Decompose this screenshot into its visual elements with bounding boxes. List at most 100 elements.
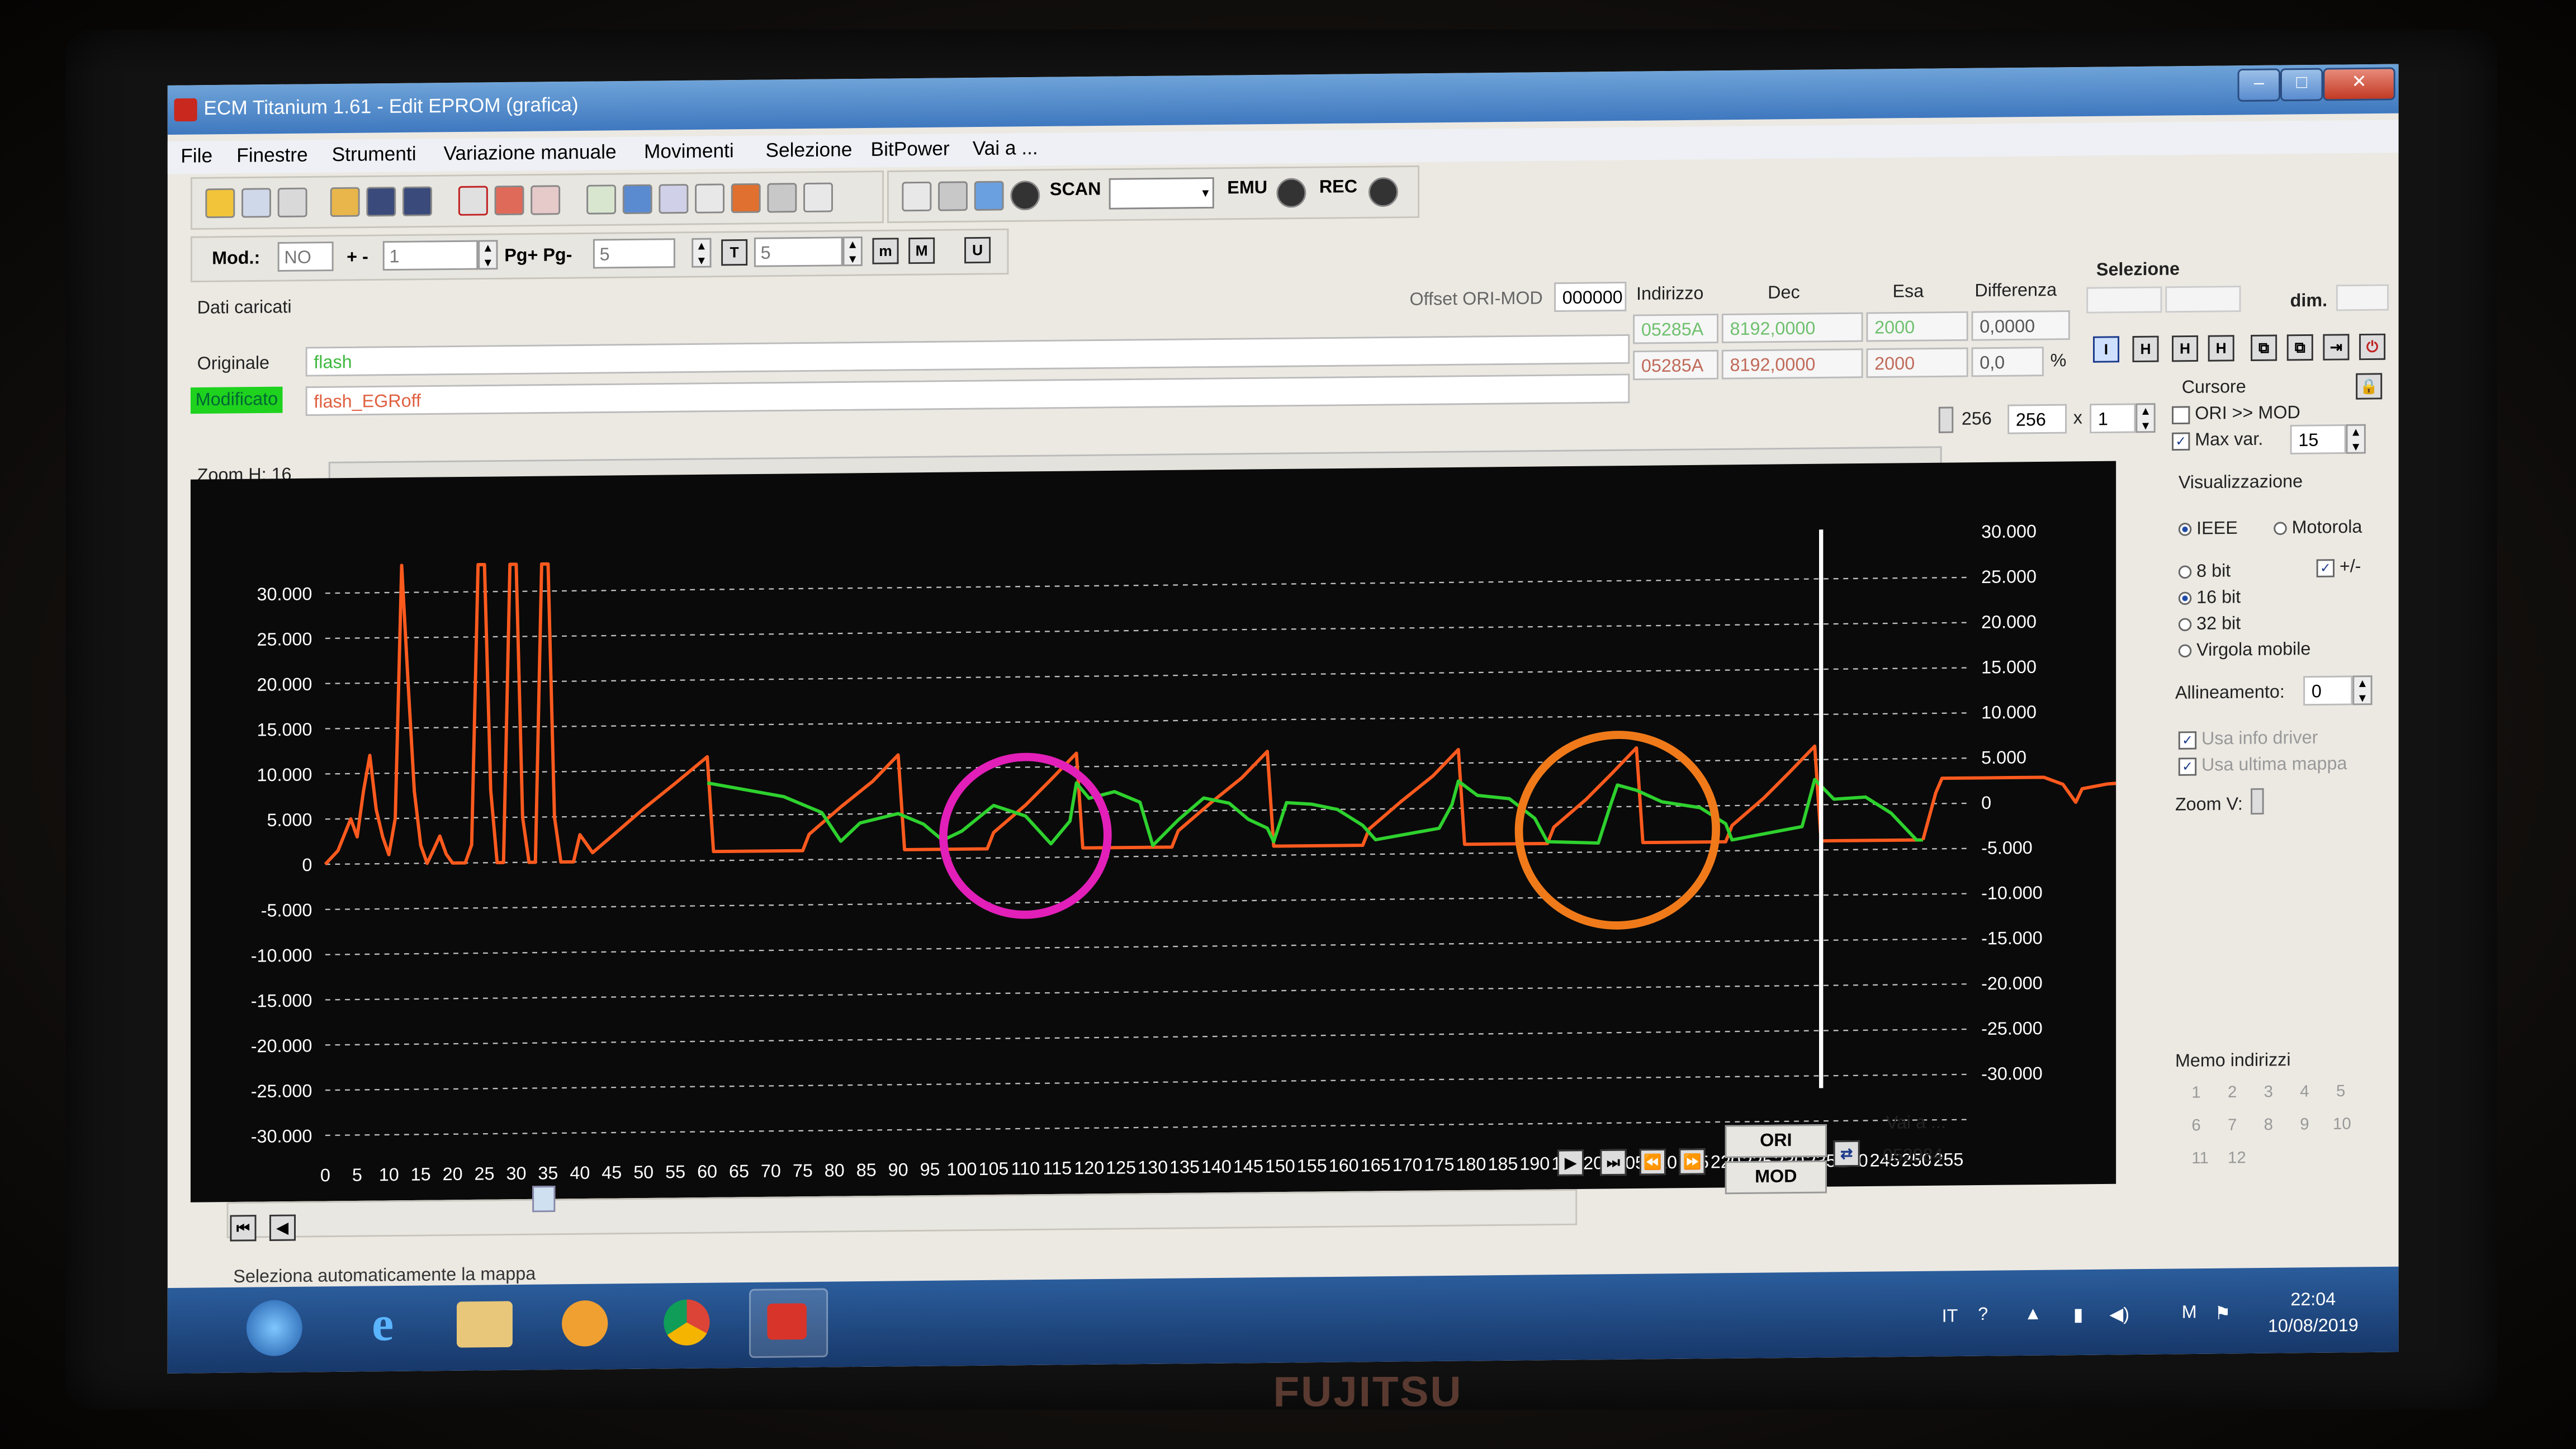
32bit-radio-icon[interactable] [2178, 618, 2192, 632]
copy-icon[interactable] [586, 184, 617, 215]
mm-icon[interactable]: M [908, 237, 935, 264]
tray-flag-icon[interactable]: ⚑ [2214, 1303, 2231, 1324]
menu-movimenti[interactable]: Movimenti [644, 139, 734, 163]
page-icon[interactable] [277, 187, 307, 217]
ultima-mappa-check-icon[interactable]: ✓ [2178, 757, 2197, 775]
memo-12[interactable]: 12 [2228, 1150, 2246, 1168]
page-step-spinner[interactable]: ▲ ▼ [692, 238, 712, 268]
ecm-titanium-taskbar-button[interactable] [749, 1288, 828, 1358]
memo-3[interactable]: 3 [2264, 1084, 2273, 1102]
memo-2[interactable]: 2 [2228, 1084, 2237, 1102]
internet-explorer-icon[interactable]: e [355, 1298, 411, 1352]
menu-strumenti[interactable]: Strumenti [332, 142, 416, 166]
16bit-radio[interactable]: 16 bit [2178, 588, 2241, 608]
ori-mod-checkbox[interactable]: ORI >> MOD [2172, 404, 2300, 424]
info-driver-checkbox[interactable]: ✓ Usa info driver [2178, 728, 2318, 750]
maximize-button[interactable]: □ [2280, 68, 2323, 102]
mod-button[interactable]: MOD [1725, 1160, 1827, 1195]
memo-5[interactable]: 5 [2336, 1083, 2345, 1101]
allineamento-spinner[interactable]: ▲ ▼ [2352, 675, 2373, 705]
save-icon[interactable] [366, 187, 396, 217]
plusminus-checkbox[interactable]: ✓ +/- [2316, 557, 2361, 577]
select-right-icon[interactable]: H [2208, 335, 2234, 362]
graph-area[interactable]: 30.000 30.000 25.000 25.000 20.000 20.000 15.0… [190, 461, 2362, 1202]
memo-7[interactable]: 7 [2228, 1117, 2237, 1135]
8bit-radio[interactable]: 8 bit [2178, 562, 2231, 582]
ieee-radio-icon[interactable] [2178, 523, 2192, 537]
offset-field[interactable]: 000000 [1554, 281, 1627, 312]
zoom-mult-spinner[interactable]: ▲ ▼ [2135, 403, 2156, 433]
next-icon[interactable]: ▶ [1557, 1149, 1584, 1176]
scan-button[interactable]: SCAN [1050, 180, 1101, 200]
selezione-end-field[interactable] [2165, 286, 2241, 313]
32bit-radio[interactable]: 32 bit [2178, 614, 2241, 634]
scan-select[interactable]: ▾ [1109, 177, 1214, 210]
16bit-radio-icon[interactable] [2178, 591, 2192, 605]
export-selection-icon[interactable]: ⇥ [2323, 334, 2350, 361]
zoom-h-slider[interactable] [1938, 406, 1954, 433]
media-player-icon[interactable] [562, 1300, 608, 1347]
dim-field[interactable] [2336, 284, 2389, 311]
ieee-radio[interactable]: IEEE [2178, 519, 2238, 539]
menu-selezione[interactable]: Selezione [765, 138, 852, 162]
cursor-lock-icon[interactable]: 🔒 [2356, 373, 2383, 400]
select-range-icon[interactable]: H [2132, 335, 2159, 363]
memo-11[interactable]: 11 [2191, 1150, 2209, 1168]
max-var-field[interactable]: 15 [2290, 424, 2346, 454]
power-icon[interactable]: ⏻ [2359, 333, 2386, 361]
minimize-button[interactable]: – [2237, 68, 2281, 102]
motorola-radio[interactable]: Motorola [2274, 518, 2362, 538]
t-spinner[interactable]: ▲ ▼ [842, 236, 863, 267]
record-dot-icon[interactable] [1010, 180, 1040, 211]
copy-selection-icon[interactable]: ⧉ [2251, 334, 2277, 362]
memo-4[interactable]: 4 [2300, 1083, 2309, 1101]
tray-app-icon[interactable]: M [2182, 1303, 2197, 1323]
map-scroll-thumb[interactable] [532, 1186, 556, 1213]
m-icon[interactable]: m [872, 238, 899, 264]
emu-button[interactable]: EMU [1227, 178, 1267, 198]
compare-nav-icon[interactable]: ⇄ [1833, 1140, 1860, 1167]
edit-map-icon[interactable] [458, 186, 488, 216]
u-icon[interactable]: U [964, 236, 991, 264]
next-diff-icon[interactable]: ⏩ [1679, 1148, 1706, 1175]
goto-address-field[interactable]: 052984 [1883, 1146, 1943, 1166]
compare-icon[interactable] [494, 185, 524, 216]
menu-file[interactable]: File [181, 144, 212, 168]
start-button-icon[interactable] [246, 1300, 302, 1357]
file-explorer-icon[interactable] [456, 1301, 513, 1348]
t-field[interactable]: 5 [754, 236, 843, 267]
plusminus-check-icon[interactable]: ✓ [2316, 558, 2334, 577]
zoom-v-slider[interactable] [2251, 788, 2264, 815]
binoculars-icon[interactable] [803, 182, 833, 212]
t-icon[interactable]: T [721, 239, 748, 266]
document-icon[interactable] [622, 184, 652, 215]
checksum-icon[interactable] [659, 184, 689, 214]
paste-selection-icon[interactable]: ⧉ [2286, 334, 2313, 361]
mod-field[interactable]: NO [277, 242, 334, 272]
home-icon[interactable] [205, 188, 235, 219]
memo-8[interactable]: 8 [2264, 1116, 2273, 1134]
windows-icon[interactable] [242, 188, 271, 218]
memo-6[interactable]: 6 [2191, 1117, 2200, 1135]
tray-battery-icon[interactable]: ▮ [2073, 1304, 2083, 1325]
tray-date[interactable]: 10/08/2019 [2261, 1316, 2366, 1337]
import-icon[interactable] [731, 183, 761, 214]
zoom-mult-field[interactable]: 1 [2090, 403, 2136, 434]
memo-9[interactable]: 9 [2300, 1116, 2309, 1134]
page-step-field[interactable]: 5 [593, 238, 675, 269]
graph-chart[interactable]: 30.00030.00025.00025.00020.00020.00015.0… [191, 461, 2362, 1202]
motorola-radio-icon[interactable] [2274, 522, 2287, 536]
ultima-mappa-checkbox[interactable]: ✓ Usa ultima mappa [2178, 755, 2347, 776]
menu-bitpower[interactable]: BitPower [871, 137, 950, 160]
allineamento-field[interactable]: 0 [2303, 675, 2353, 706]
menu-variazione-manuale[interactable]: Variazione manuale [443, 140, 616, 165]
text-icon[interactable] [902, 181, 932, 212]
virgola-mobile-radio[interactable]: Virgola mobile [2178, 640, 2310, 661]
max-var-checkbox[interactable]: ✓ Max var. [2172, 430, 2263, 451]
close-button[interactable]: ✕ [2323, 67, 2395, 101]
zoom-v2-field[interactable]: 256 [2007, 404, 2067, 434]
list-icon[interactable] [767, 183, 797, 213]
select-start-icon[interactable]: I [2093, 336, 2120, 363]
table-icon[interactable] [531, 185, 561, 215]
memo-10[interactable]: 10 [2333, 1116, 2351, 1134]
